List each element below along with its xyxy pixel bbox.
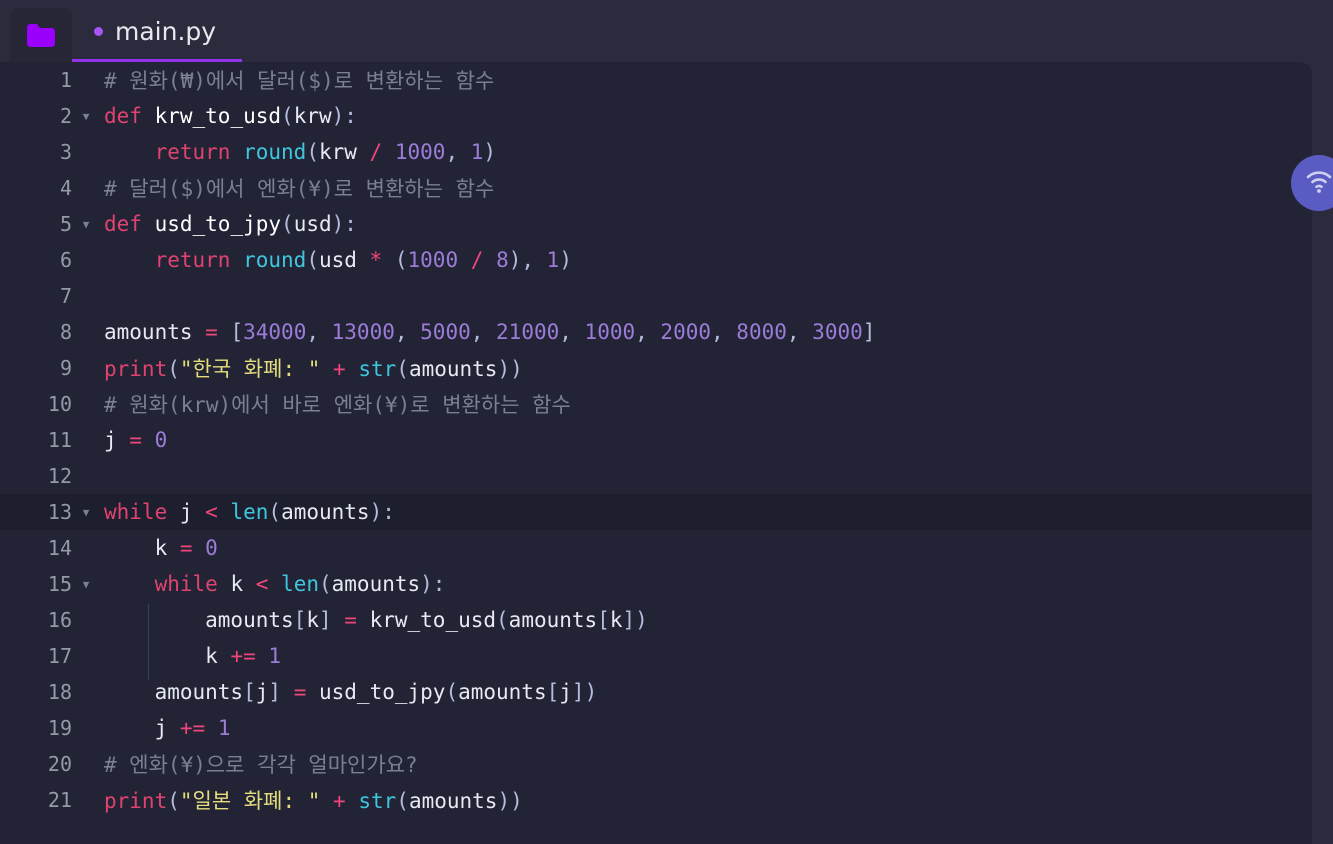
- code-line-text: return round(krw / 1000, 1): [154, 140, 497, 164]
- code-line-text: amounts[j] = usd_to_jpy(amounts[j]): [104, 680, 598, 704]
- code-line[interactable]: 3▼ return round(krw / 1000, 1): [0, 134, 1312, 170]
- code-line[interactable]: 10▼# 원화(krw)에서 바로 엔화(¥)로 변환하는 함수: [0, 386, 1312, 422]
- code-line[interactable]: 2 ▼ def krw_to_usd(krw):: [0, 98, 1312, 134]
- code-line[interactable]: 4▼# 달러($)에서 엔화(¥)로 변환하는 함수: [0, 170, 1312, 206]
- code-line[interactable]: 17▼ k += 1: [0, 638, 1312, 680]
- fold-arrow-icon[interactable]: ▼: [76, 111, 96, 122]
- wifi-signal-icon: [1304, 168, 1333, 198]
- code-line-text: while k < len(amounts):: [154, 572, 446, 596]
- code-line-text: k += 1: [96, 640, 1312, 680]
- code-line-text: # 달러($)에서 엔화(¥)로 변환하는 함수: [104, 177, 495, 201]
- code-editor-surface[interactable]: 1▼# 원화(₩)에서 달러($)로 변환하는 함수2▼def krw_to_u…: [0, 62, 1312, 844]
- line-number: 9: [59, 356, 72, 380]
- tab-label: main.py: [115, 16, 217, 46]
- code-line[interactable]: 11▼j = 0: [0, 422, 1312, 458]
- code-line[interactable]: 7▼: [0, 278, 1312, 314]
- code-line[interactable]: 15 ▼ while k < len(amounts):: [0, 566, 1312, 602]
- folder-icon: [26, 23, 56, 48]
- line-number: 7: [59, 284, 72, 308]
- code-line[interactable]: 14▼ k = 0: [0, 530, 1312, 566]
- code-line[interactable]: 6▼ return round(usd * (1000 / 8), 1): [0, 242, 1312, 278]
- line-number: 10: [47, 392, 72, 416]
- code-line[interactable]: 21▼print("일본 화폐: " + str(amounts)): [0, 782, 1312, 818]
- code-line-text: # 엔화(¥)으로 각각 얼마인가요?: [104, 753, 418, 777]
- line-number: 21: [47, 788, 72, 812]
- code-line-text: print("한국 화폐: " + str(amounts)): [104, 357, 523, 381]
- code-line-text: # 원화(krw)에서 바로 엔화(¥)로 변환하는 함수: [104, 393, 571, 417]
- fold-arrow-icon[interactable]: ▼: [76, 219, 96, 230]
- line-number: 19: [47, 716, 72, 740]
- tab-strip: main.py: [72, 0, 243, 62]
- file-explorer-button[interactable]: [10, 8, 72, 62]
- titlebar: main.py: [0, 0, 1333, 62]
- fold-arrow-icon[interactable]: ▼: [76, 579, 96, 590]
- code-line[interactable]: 9▼print("한국 화폐: " + str(amounts)): [0, 350, 1312, 386]
- code-line-text: print("일본 화폐: " + str(amounts)): [104, 789, 523, 813]
- line-number: 3: [59, 140, 72, 164]
- line-number: 6: [59, 248, 72, 272]
- code-line[interactable]: 13 ▼ while j < len(amounts):: [0, 494, 1312, 530]
- code-line[interactable]: 12▼: [0, 458, 1312, 494]
- line-number: 8: [59, 320, 72, 344]
- line-number: 4: [59, 176, 72, 200]
- tab-main-py[interactable]: main.py: [72, 0, 243, 62]
- code-line-text: # 원화(₩)에서 달러($)로 변환하는 함수: [104, 69, 495, 93]
- line-number: 14: [47, 536, 72, 560]
- line-number: 20: [47, 752, 72, 776]
- line-number: 15: [47, 572, 72, 596]
- code-line[interactable]: 20▼# 엔화(¥)으로 각각 얼마인가요?: [0, 746, 1312, 782]
- code-line[interactable]: 5 ▼ def usd_to_jpy(usd):: [0, 206, 1312, 242]
- line-number: 17: [47, 644, 72, 668]
- code-line-text: while j < len(amounts):: [104, 500, 395, 524]
- line-number: 12: [47, 464, 72, 488]
- code-line-text: def usd_to_jpy(usd):: [104, 212, 357, 236]
- code-line[interactable]: 18▼ amounts[j] = usd_to_jpy(amounts[j]): [0, 674, 1312, 710]
- code-line[interactable]: 16▼ amounts[k] = krw_to_usd(amounts[k]): [0, 602, 1312, 644]
- editor-panel: 1▼# 원화(₩)에서 달러($)로 변환하는 함수2▼def krw_to_u…: [0, 62, 1312, 844]
- code-line-text: j = 0: [104, 428, 168, 452]
- code-line-text: k = 0: [104, 536, 218, 560]
- fold-arrow-icon[interactable]: ▼: [76, 507, 96, 518]
- line-number: 2: [59, 104, 72, 128]
- line-number: 16: [47, 608, 72, 632]
- unsaved-indicator-icon: [94, 26, 103, 36]
- code-line-text: j += 1: [104, 716, 231, 740]
- line-number: 5: [59, 212, 72, 236]
- code-line[interactable]: 1▼# 원화(₩)에서 달러($)로 변환하는 함수: [0, 62, 1312, 98]
- code-line-text: amounts[k] = krw_to_usd(amounts[k]): [96, 604, 1312, 644]
- line-number: 18: [47, 680, 72, 704]
- code-line-text: return round(usd * (1000 / 8), 1): [154, 248, 572, 272]
- line-number: 1: [59, 68, 72, 92]
- code-editor-window: main.py 1▼# 원화(₩)에서 달러($)로 변환하는 함수2▼def …: [0, 0, 1333, 844]
- code-line[interactable]: 19▼ j += 1: [0, 710, 1312, 746]
- code-line[interactable]: 8▼amounts = [34000, 13000, 5000, 21000, …: [0, 314, 1312, 350]
- code-line-text: def krw_to_usd(krw):: [104, 104, 357, 128]
- line-number: 13: [47, 500, 72, 524]
- code-line-text: amounts = [34000, 13000, 5000, 21000, 10…: [104, 320, 876, 344]
- line-number: 11: [47, 428, 72, 452]
